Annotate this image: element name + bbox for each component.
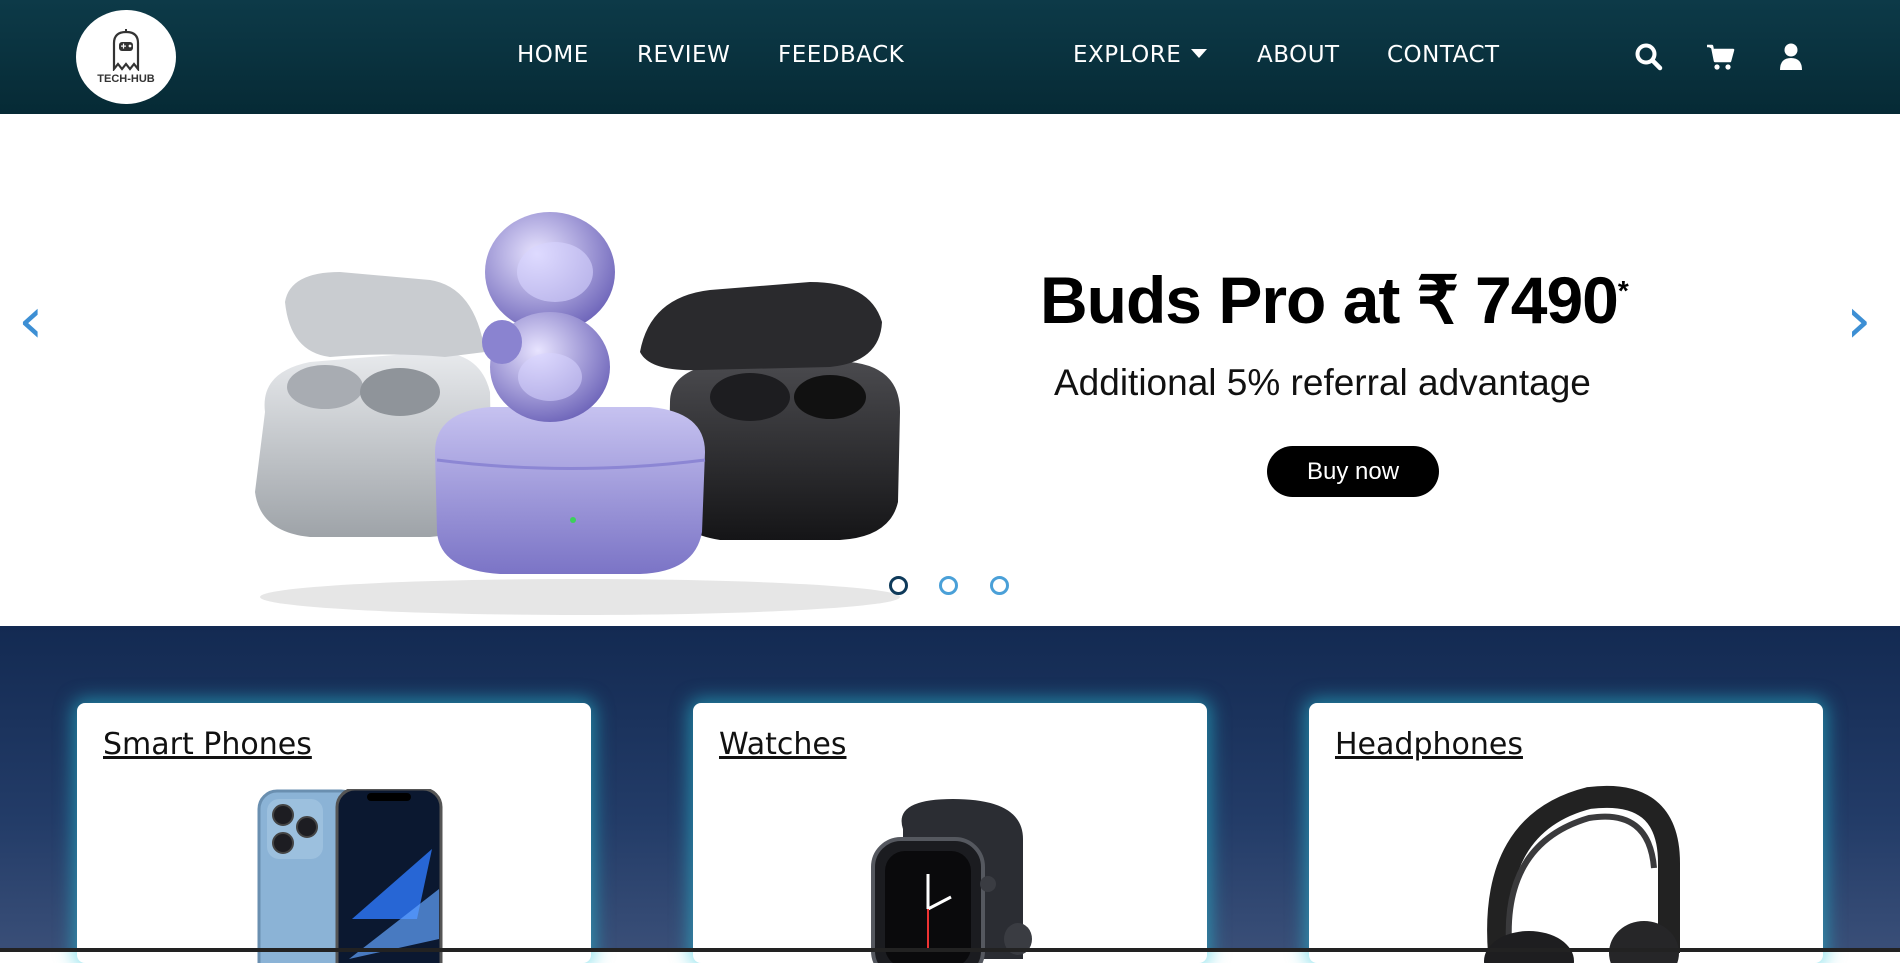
promo-title-text: Buds Pro at ₹ 7490 (1040, 263, 1619, 337)
search-icon[interactable] (1634, 42, 1664, 72)
nav-explore-label: EXPLORE (1073, 42, 1182, 68)
promo-subtitle: Additional 5% referral advantage (1054, 362, 1591, 403)
logo[interactable]: TECH-HUB (76, 10, 176, 104)
nav-review[interactable]: REVIEW (637, 42, 730, 68)
carousel-dot[interactable] (939, 576, 958, 595)
nav-feedback[interactable]: FEEDBACK (778, 42, 904, 68)
nav-home[interactable]: HOME (517, 42, 589, 68)
user-icon[interactable] (1776, 42, 1806, 72)
headphones-image (1484, 785, 1680, 963)
page-bottom-border (0, 948, 1900, 952)
category-card-headphones[interactable]: Headphones (1309, 703, 1823, 963)
promo-title: Buds Pro at ₹ 7490* (1040, 262, 1629, 339)
buy-now-button[interactable]: Buy now (1267, 446, 1439, 497)
nav-contact[interactable]: CONTACT (1387, 42, 1500, 68)
carousel-dot[interactable] (889, 576, 908, 595)
logo-text: TECH-HUB (97, 73, 155, 85)
nav-explore[interactable]: EXPLORE (1073, 42, 1208, 68)
carousel-next-arrow[interactable]: › (1846, 289, 1872, 353)
hero-carousel: ‹ › Buds Pro at ₹ 7490* Additional 5% re… (0, 114, 1900, 626)
promo-title-asterisk: * (1617, 275, 1629, 306)
category-card-smart-phones[interactable]: Smart Phones (77, 703, 591, 963)
category-section: Smart Phones Watches Headphones (0, 626, 1900, 963)
buds-pro-image (255, 212, 900, 615)
nav-about[interactable]: ABOUT (1257, 42, 1340, 68)
category-title[interactable]: Headphones (1335, 727, 1523, 762)
carousel-dot[interactable] (990, 576, 1009, 595)
category-card-watches[interactable]: Watches (693, 703, 1207, 963)
category-title[interactable]: Smart Phones (103, 727, 312, 762)
cart-icon[interactable] (1705, 42, 1735, 72)
ghost-controller-icon (112, 29, 140, 71)
smartphone-image (257, 789, 443, 963)
caret-down-icon (1191, 49, 1208, 58)
navbar: TECH-HUB HOME REVIEW FEEDBACK EXPLORE AB… (0, 0, 1900, 114)
category-title[interactable]: Watches (719, 727, 847, 762)
carousel-prev-arrow[interactable]: ‹ (18, 289, 44, 353)
watch-image (871, 799, 1032, 963)
